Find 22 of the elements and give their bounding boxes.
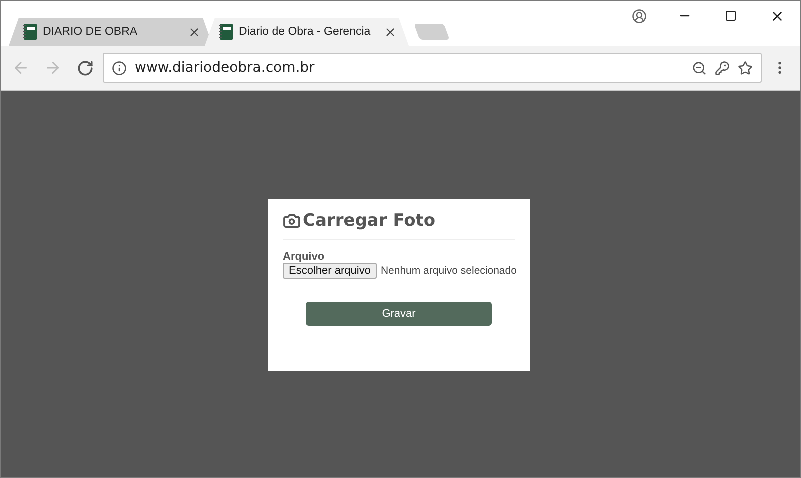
maximize-icon[interactable]	[725, 10, 737, 22]
close-icon[interactable]	[384, 26, 397, 38]
profile-icon[interactable]	[632, 8, 646, 24]
field-label: Arquivo	[283, 251, 326, 263]
camera-icon	[283, 212, 301, 230]
url-text: www.diariodeobra.com.br	[135, 60, 316, 76]
tab-title: DIARIO DE OBRA	[43, 26, 139, 38]
info-icon[interactable]	[112, 60, 127, 76]
tab-title: Diario de Obra - Gerencia	[239, 26, 372, 38]
save-button[interactable]: Gravar	[306, 302, 492, 326]
file-status: Nenhum arquivo selecionado	[380, 265, 517, 277]
close-icon[interactable]	[188, 26, 201, 38]
browser-tab[interactable]: Diario de Obra - Gerencia	[205, 18, 409, 46]
star-icon[interactable]	[738, 60, 753, 76]
dialog-title: Carregar Foto	[303, 211, 436, 231]
notebook-icon	[23, 24, 37, 40]
notebook-icon	[219, 24, 233, 40]
address-bar[interactable]: www.diariodeobra.com.br	[103, 53, 762, 83]
key-icon[interactable]	[715, 60, 730, 76]
reload-icon[interactable]	[76, 60, 94, 76]
choose-file-button[interactable]: Escolher arquivo	[283, 263, 377, 279]
zoom-out-icon[interactable]	[692, 60, 707, 76]
